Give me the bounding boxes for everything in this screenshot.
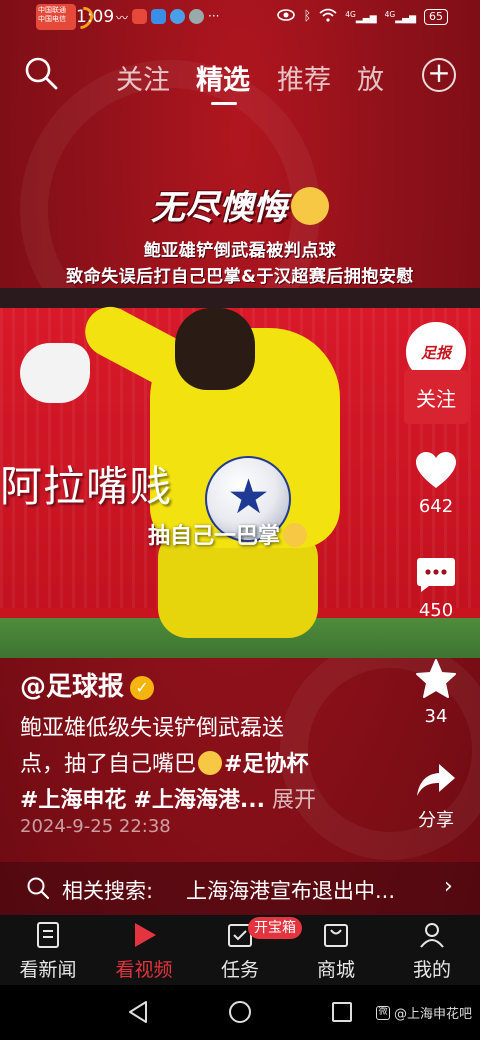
back-icon[interactable] [126,999,152,1025]
star-icon [414,659,458,704]
comment-count: 450 [418,600,454,621]
carrier-name: 中国联通 [38,6,66,14]
related-search-bar[interactable]: 相关搜索: 上海海港宣布退出中... › [0,862,480,915]
headline-text: 无尽懊悔 [151,188,287,228]
watermark: 微 @上海申花吧 [375,1003,472,1022]
follow-button[interactable]: 关注 [404,370,468,424]
description-text: 点，抽了自己嘴巴 [20,752,197,777]
expand-link[interactable]: 展开 [272,788,316,813]
audio-wave-icon: 〰 [116,11,129,25]
related-search-query: 上海海港宣布退出中... [186,879,396,903]
author-name[interactable]: @足球报 ✓ [20,666,155,703]
verified-badge-icon: ✓ [130,676,155,700]
tab-featured[interactable]: 精选 [196,58,250,97]
like-button[interactable]: 642 [400,450,472,517]
status-bar: 中国联通 中国电信 1:09 〰 ··· ᛒ 4G▂▄▆ 4G▂▄▆ 65 [0,0,480,34]
favorite-count: 34 [424,706,448,727]
network-type: 4G [345,9,356,19]
network-type: 4G [384,9,396,19]
share-icon [415,764,457,804]
comment-icon [415,558,457,598]
hashtag-link[interactable]: #上海海港... [133,788,265,813]
tab-follow[interactable]: 关注 [116,58,170,97]
nav-video[interactable]: 看视频 [96,921,192,982]
recents-icon[interactable] [329,999,355,1025]
video-subtitle-1: 鲍亚雄铲倒武磊被判点球 [143,241,337,261]
watermark-text: @上海申花吧 [393,1007,472,1022]
post-description-line: #上海申花 #上海海港... 展开 [20,782,316,814]
search-icon [26,876,50,900]
battery-indicator: 65 [424,8,448,25]
search-icon[interactable] [24,56,58,90]
tab-recommend[interactable]: 推荐 [277,58,331,97]
comment-button[interactable]: 450 [400,556,472,621]
subcaption-text: 抽自己一巴掌 [148,524,281,549]
hashtag-link[interactable]: #足协杯 [224,752,308,777]
wifi-icon [319,8,337,25]
play-icon [130,923,158,953]
nav-label: 商城 [316,959,355,981]
status-time: 1:09 [76,7,115,27]
keeper-glove [20,343,90,403]
nav-label: 看新闻 [19,959,77,981]
sad-face-emoji-icon [291,187,329,225]
ball-star-icon: ★ [227,469,271,525]
nav-label: 看视频 [115,959,173,981]
system-nav: 微 @上海申花吧 [0,985,480,1040]
person-icon [418,923,446,953]
related-search-label: 相关搜索: [62,879,154,903]
video-overlay-caption: 阿拉嘴贱 [0,462,173,511]
bottom-nav: 看新闻 看视频 任务 开宝箱 商城 我的 [0,915,480,985]
more-notifications-icon: ··· [208,9,220,23]
share-label: 分享 [418,810,454,831]
avatar-logo-text: 足报 [420,343,451,362]
video-subtitle-2: 致命失误后打自己巴掌&于汉超赛后拥抱安慰 [66,267,414,287]
signal-icon: 4G▂▄▆ [384,9,416,24]
eye-icon [277,9,296,24]
author-handle: @足球报 [20,672,125,702]
signal-icon: 4G▂▄▆ [345,9,377,24]
app-notification-icon [170,9,186,24]
share-button[interactable]: 分享 [400,762,472,832]
bluetooth-icon: ᛒ [303,9,312,24]
nav-news[interactable]: 看新闻 [0,921,96,982]
tab-partial[interactable]: 放 [357,58,384,97]
post-date: 2024-9-25 22:38 [20,816,171,837]
app-notification-icon [132,9,148,24]
video-overlay-subcaption: 抽自己一巴掌 [148,518,308,550]
heart-icon [414,452,458,494]
nav-label: 任务 [220,959,259,981]
top-nav: 关注 精选 推荐 放 + [0,44,480,114]
shopping-bag-icon [322,924,350,953]
crying-emoji-icon [198,751,223,775]
keeper-head [175,308,255,390]
notification-icons: 〰 ··· [116,9,219,26]
task-check-icon [226,924,254,953]
video-headline: 无尽懊悔 [0,180,480,229]
status-right-icons: ᛒ 4G▂▄▆ 4G▂▄▆ 65 [277,8,448,25]
sad-face-emoji-icon [283,523,308,547]
app-notification-icon [151,9,167,24]
hashtag-link[interactable]: #上海申花 [20,788,126,813]
home-icon[interactable] [227,999,253,1025]
active-tab-indicator [211,102,237,105]
app-notification-icon [189,9,205,24]
chevron-right-icon: › [444,874,453,899]
nav-profile[interactable]: 我的 [384,921,480,982]
nav-label: 我的 [412,959,451,981]
add-icon[interactable]: + [422,58,456,92]
favorite-button[interactable]: 34 [400,658,472,727]
video-top-strip [0,288,480,308]
nav-mall[interactable]: 商城 [288,921,384,982]
document-icon [34,922,62,953]
weibo-logo-icon: 微 [375,1005,390,1020]
like-count: 642 [418,496,454,517]
carrier-name: 中国电信 [38,15,66,23]
post-description-line: 点，抽了自己嘴巴 #足协杯 [20,746,308,778]
post-description-line: 鲍亚雄低级失误铲倒武磊送 [20,716,285,741]
